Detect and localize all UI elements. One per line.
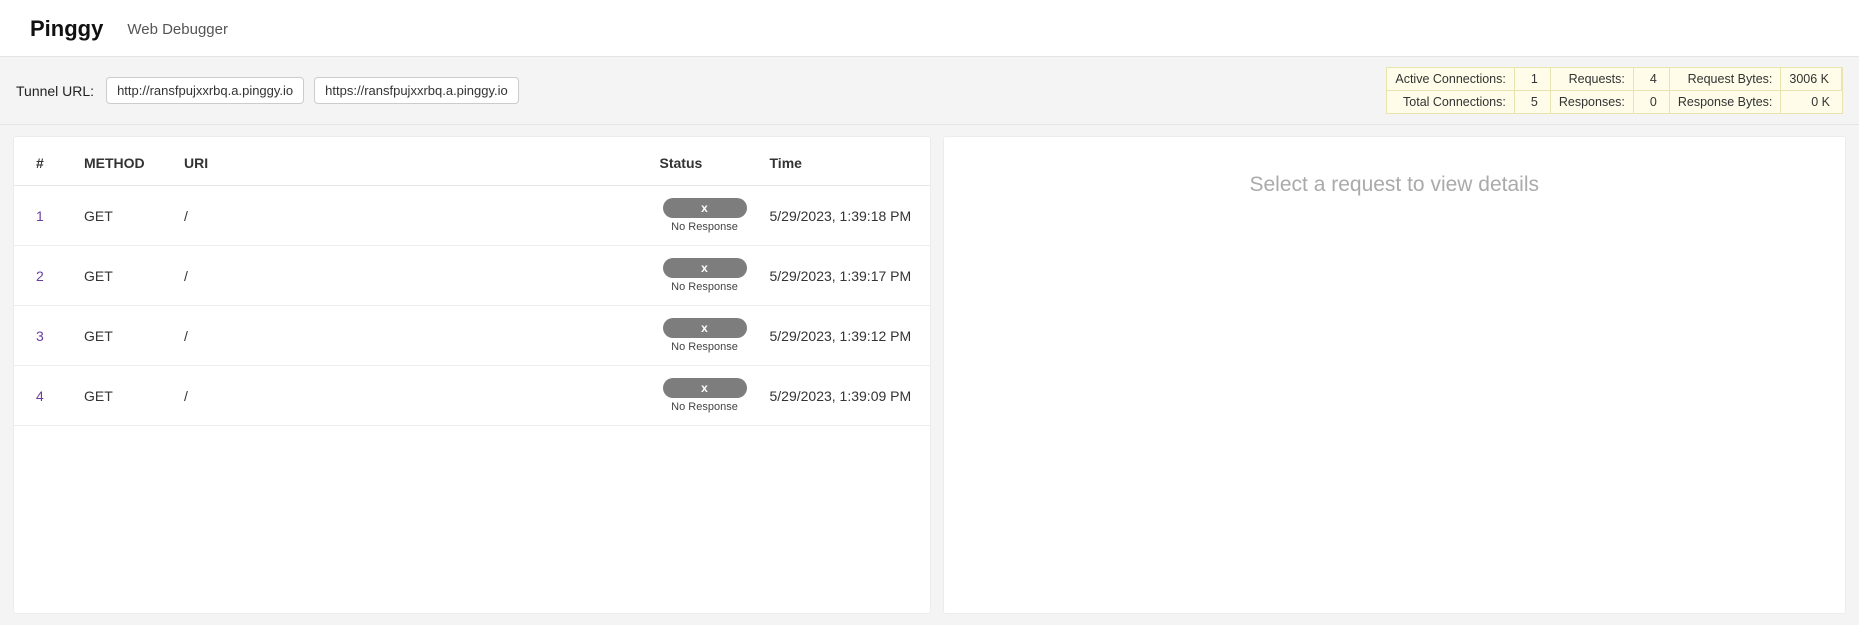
stat-responses-label: Responses: [1551,90,1634,113]
stat-requests-value: 4 [1634,68,1670,90]
requests-panel: # METHOD URI Status Time 1GET/xNo Respon… [14,137,930,613]
cell-method: GET [74,306,174,366]
cell-time: 5/29/2023, 1:39:12 PM [760,306,930,366]
app-header: Pinggy Web Debugger [0,0,1859,57]
toolbar: Tunnel URL: http://ransfpujxxrbq.a.pingg… [0,57,1859,125]
brand-title: Pinggy [30,16,103,42]
cell-method: GET [74,246,174,306]
stat-total-connections-label: Total Connections: [1387,90,1514,113]
tunnel-url-label: Tunnel URL: [16,83,94,99]
cell-status: x No Response [650,366,760,426]
tunnel-url-group: Tunnel URL: http://ransfpujxxrbq.a.pingg… [16,77,519,104]
stat-response-bytes-value: 0 K [1781,90,1842,113]
status-badge: x [663,198,747,218]
cell-status: x No Response [650,306,760,366]
stat-active-connections-label: Active Connections: [1387,68,1514,90]
cell-index: 3 [14,306,74,366]
stat-request-bytes-value: 3006 K [1781,68,1842,90]
cell-method: GET [74,366,174,426]
col-header-method: METHOD [74,137,174,186]
cell-index: 4 [14,366,74,426]
cell-uri: / [174,246,650,306]
col-header-status: Status [650,137,760,186]
status-subtext: No Response [660,221,750,233]
cell-index: 1 [14,186,74,246]
cell-uri: / [174,366,650,426]
cell-index: 2 [14,246,74,306]
status-badge: x [663,318,747,338]
cell-status: x No Response [650,186,760,246]
details-panel: Select a request to view details [944,137,1846,613]
col-header-uri: URI [174,137,650,186]
stats-panel: Active Connections: 1 Requests: 4 Reques… [1386,67,1843,114]
status-badge: x [663,258,747,278]
cell-time: 5/29/2023, 1:39:18 PM [760,186,930,246]
stat-request-bytes-label: Request Bytes: [1670,68,1782,90]
cell-time: 5/29/2023, 1:39:17 PM [760,246,930,306]
table-row[interactable]: 1GET/ x No Response 5/29/2023, 1:39:18 PM [14,186,930,246]
table-row[interactable]: 2GET/ x No Response 5/29/2023, 1:39:17 PM [14,246,930,306]
status-subtext: No Response [660,341,750,353]
stat-responses-value: 0 [1634,90,1670,113]
col-header-index: # [14,137,74,186]
stat-requests-label: Requests: [1551,68,1634,90]
tunnel-url-https[interactable]: https://ransfpujxxrbq.a.pinggy.io [314,77,519,104]
table-row[interactable]: 4GET/ x No Response 5/29/2023, 1:39:09 PM [14,366,930,426]
cell-status: x No Response [650,246,760,306]
cell-uri: / [174,186,650,246]
stat-active-connections-value: 1 [1515,68,1551,90]
cell-time: 5/29/2023, 1:39:09 PM [760,366,930,426]
details-placeholder: Select a request to view details [1250,173,1540,613]
requests-table: # METHOD URI Status Time 1GET/xNo Respon… [14,137,930,426]
brand-subtitle: Web Debugger [127,21,228,38]
status-subtext: No Response [660,401,750,413]
col-header-time: Time [760,137,930,186]
cell-uri: / [174,306,650,366]
status-subtext: No Response [660,281,750,293]
table-row[interactable]: 3GET/ x No Response 5/29/2023, 1:39:12 PM [14,306,930,366]
stat-response-bytes-label: Response Bytes: [1670,90,1782,113]
cell-method: GET [74,186,174,246]
main-content: # METHOD URI Status Time 1GET/xNo Respon… [0,125,1859,625]
stat-total-connections-value: 5 [1515,90,1551,113]
status-badge: x [663,378,747,398]
tunnel-url-http[interactable]: http://ransfpujxxrbq.a.pinggy.io [106,77,304,104]
